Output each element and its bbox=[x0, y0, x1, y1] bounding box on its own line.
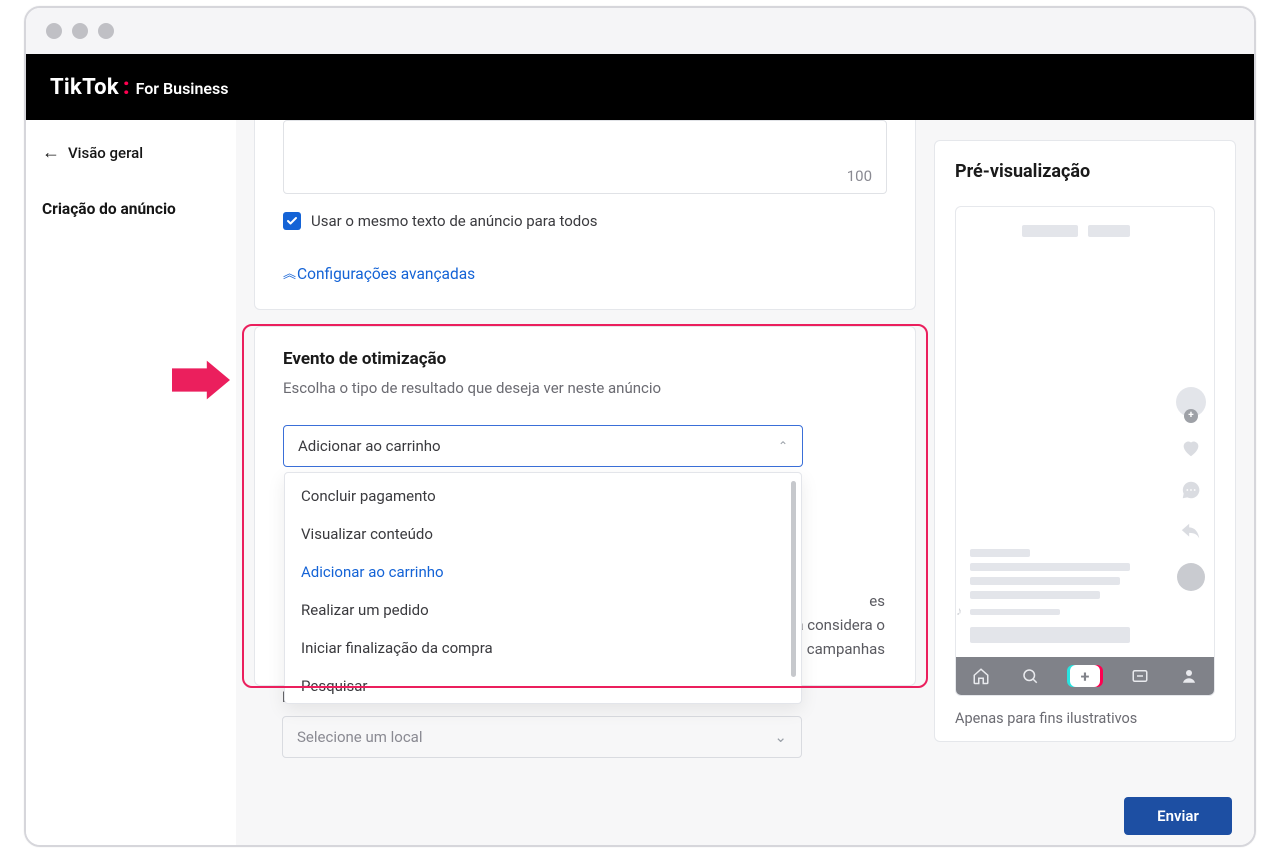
preview-note: Apenas para fins ilustrativos bbox=[955, 710, 1215, 727]
chevron-up-double-icon: ︽ bbox=[283, 263, 293, 282]
app-body: ← Visão geral Criação do anúncio 100 bbox=[26, 120, 1254, 845]
phone-preview: + bbox=[955, 206, 1215, 696]
search-icon bbox=[1021, 667, 1039, 685]
profile-icon bbox=[1180, 667, 1198, 685]
brand-colon-icon: : bbox=[123, 75, 130, 100]
comment-icon bbox=[1180, 479, 1202, 501]
dropdown-option[interactable]: Iniciar finalização da compra bbox=[285, 629, 801, 667]
traffic-dot-max[interactable] bbox=[98, 23, 114, 39]
preview-top-tab-placeholder bbox=[1022, 225, 1078, 237]
ad-text-input[interactable]: 100 bbox=[283, 120, 887, 194]
browser-frame: TikTok : For Business ← Visão geral Cria… bbox=[24, 6, 1256, 847]
preview-tabbar: + bbox=[956, 657, 1214, 695]
location-placeholder: Selecione um local bbox=[297, 728, 422, 746]
highlighted-section: Evento de otimização Escolha o tipo de r… bbox=[254, 326, 916, 686]
submit-label: Enviar bbox=[1157, 807, 1199, 825]
app-header: TikTok : For Business bbox=[26, 54, 1254, 120]
dropdown-option[interactable]: Visualizar conteúdo bbox=[285, 515, 801, 553]
main-column: 100 Usar o mesmo texto de anúncio para t… bbox=[236, 120, 934, 845]
optimization-event-dropdown: Concluir pagamento Visualizar conteúdo A… bbox=[284, 472, 802, 704]
checkbox-checked-icon[interactable] bbox=[283, 212, 301, 230]
ad-text-card: 100 Usar o mesmo texto de anúncio para t… bbox=[254, 120, 916, 310]
advanced-settings-toggle[interactable]: ︽ Configurações avançadas bbox=[283, 264, 887, 283]
inbox-icon bbox=[1131, 667, 1149, 685]
dropdown-option[interactable]: Realizar um pedido bbox=[285, 591, 801, 629]
sidebar: ← Visão geral Criação do anúncio bbox=[26, 120, 236, 845]
preview-panel: Pré-visualização + bbox=[934, 120, 1254, 845]
obscured-text-fragment: es bbox=[869, 589, 885, 613]
traffic-dot-close[interactable] bbox=[46, 23, 62, 39]
preview-card: Pré-visualização + bbox=[934, 140, 1236, 742]
brand-suffix: For Business bbox=[136, 79, 229, 98]
preview-title: Pré-visualização bbox=[955, 161, 1215, 182]
dropdown-option[interactable]: Pesquisar bbox=[285, 667, 801, 699]
preview-cta-placeholder bbox=[970, 627, 1130, 643]
location-select[interactable]: Selecione um local ⌄ bbox=[282, 716, 802, 758]
back-to-overview[interactable]: ← Visão geral bbox=[42, 144, 220, 162]
chevron-up-icon: ⌃ bbox=[778, 439, 788, 453]
submit-button[interactable]: Enviar bbox=[1124, 797, 1232, 835]
traffic-dot-min[interactable] bbox=[72, 23, 88, 39]
optimization-event-selected: Adicionar ao carrinho bbox=[298, 437, 441, 455]
sidebar-step-ad-creation[interactable]: Criação do anúncio bbox=[42, 200, 220, 218]
chevron-down-icon: ⌄ bbox=[774, 728, 787, 746]
optimization-event-subtitle: Escolha o tipo de resultado que deseja v… bbox=[283, 379, 887, 397]
avatar-icon: + bbox=[1176, 387, 1206, 417]
optimization-event-title: Evento de otimização bbox=[283, 349, 887, 369]
create-icon: + bbox=[1070, 665, 1100, 687]
preview-side-icons: + bbox=[1178, 387, 1204, 591]
optimization-event-select[interactable]: Adicionar ao carrinho ⌃ Concluir pagamen… bbox=[283, 425, 803, 467]
dropdown-option-selected[interactable]: Adicionar ao carrinho bbox=[285, 553, 801, 591]
home-icon bbox=[972, 667, 990, 685]
optimization-event-card: Evento de otimização Escolha o tipo de r… bbox=[254, 326, 916, 686]
advanced-settings-label: Configurações avançadas bbox=[297, 265, 475, 283]
same-text-label: Usar o mesmo texto de anúncio para todos bbox=[311, 212, 598, 230]
obscured-text-fragment: campanhas bbox=[807, 637, 885, 661]
same-text-checkbox-row[interactable]: Usar o mesmo texto de anúncio para todos bbox=[283, 212, 887, 230]
brand-name: TikTok bbox=[50, 75, 119, 100]
obscured-text-fragment: a considera o bbox=[795, 613, 885, 637]
brand-logo: TikTok : For Business bbox=[50, 75, 228, 100]
back-label: Visão geral bbox=[68, 144, 143, 162]
heart-icon bbox=[1180, 437, 1202, 459]
app-root: TikTok : For Business ← Visão geral Cria… bbox=[26, 54, 1254, 845]
arrow-left-icon: ← bbox=[42, 144, 60, 162]
dropdown-option[interactable]: Concluir pagamento bbox=[285, 477, 801, 515]
music-disc-icon bbox=[1177, 563, 1205, 591]
char-counter: 100 bbox=[847, 167, 872, 185]
preview-caption-placeholder bbox=[970, 549, 1154, 643]
preview-top-tab-placeholder bbox=[1088, 225, 1130, 237]
browser-titlebar bbox=[26, 8, 1254, 54]
callout-arrow-icon bbox=[172, 360, 230, 400]
share-icon bbox=[1180, 521, 1202, 543]
